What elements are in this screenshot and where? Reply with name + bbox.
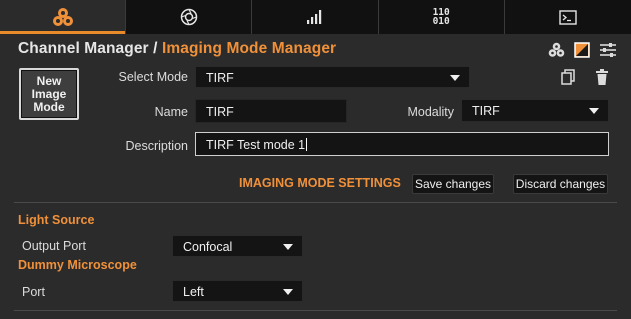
dummy-microscope-title: Dummy Microscope bbox=[18, 258, 137, 272]
name-label: Name bbox=[154, 105, 188, 119]
save-changes-button[interactable]: Save changes bbox=[412, 174, 494, 194]
channels-icon[interactable] bbox=[548, 42, 565, 58]
binary-icon: 110 010 bbox=[432, 7, 450, 27]
trash-icon[interactable] bbox=[596, 69, 608, 85]
tab-statistics[interactable] bbox=[252, 0, 379, 34]
output-port-dropdown[interactable]: Confocal bbox=[172, 235, 303, 257]
description-label: Description bbox=[125, 139, 188, 153]
text-cursor bbox=[306, 138, 308, 151]
breadcrumb: Channel Manager / Imaging Mode Manager bbox=[18, 40, 336, 58]
chevron-down-icon bbox=[450, 75, 460, 81]
bottom-divider bbox=[14, 310, 617, 311]
terminal-icon bbox=[559, 9, 577, 25]
breadcrumb-root[interactable]: Channel Manager bbox=[18, 40, 149, 57]
tab-terminal[interactable] bbox=[505, 0, 631, 34]
tab-bar: 110 010 bbox=[0, 0, 631, 34]
aperture-icon bbox=[180, 8, 198, 26]
description-field[interactable]: TIRF Test mode 1 bbox=[195, 132, 609, 156]
channels-icon bbox=[52, 8, 73, 26]
modality-dropdown[interactable]: TIRF bbox=[461, 99, 609, 122]
select-mode-dropdown[interactable]: TIRF bbox=[195, 66, 470, 88]
output-port-value: Confocal bbox=[183, 240, 233, 254]
name-field[interactable]: TIRF bbox=[195, 99, 347, 123]
chevron-down-icon bbox=[589, 108, 599, 114]
tab-binary[interactable]: 110 010 bbox=[379, 0, 505, 34]
sliders-icon[interactable] bbox=[599, 42, 617, 58]
chevron-down-icon bbox=[283, 244, 293, 250]
port-dropdown[interactable]: Left bbox=[172, 280, 303, 302]
modality-value: TIRF bbox=[472, 104, 500, 118]
header-toolbar bbox=[548, 42, 617, 58]
description-value: TIRF Test mode 1 bbox=[206, 138, 306, 152]
new-image-mode-button[interactable]: New Image Mode bbox=[19, 68, 79, 120]
tab-channels[interactable] bbox=[0, 0, 127, 34]
color-swatch-icon[interactable] bbox=[574, 42, 590, 58]
port-label: Port bbox=[22, 285, 45, 299]
breadcrumb-current: Imaging Mode Manager bbox=[161, 40, 337, 57]
name-value: TIRF bbox=[206, 105, 234, 119]
tab-aperture[interactable] bbox=[126, 0, 253, 34]
section-divider bbox=[14, 202, 617, 203]
bar-chart-icon bbox=[306, 10, 322, 24]
breadcrumb-separator: / bbox=[148, 40, 162, 57]
imaging-mode-settings-title: IMAGING MODE SETTINGS bbox=[239, 176, 401, 190]
discard-changes-button[interactable]: Discard changes bbox=[513, 174, 608, 194]
output-port-label: Output Port bbox=[22, 239, 86, 253]
chevron-down-icon bbox=[283, 289, 293, 295]
light-source-title: Light Source bbox=[18, 213, 95, 227]
port-value: Left bbox=[183, 285, 204, 299]
copy-icon[interactable] bbox=[561, 69, 576, 85]
select-mode-value: TIRF bbox=[206, 71, 234, 85]
select-mode-label: Select Mode bbox=[118, 70, 188, 84]
modality-label: Modality bbox=[407, 105, 454, 119]
